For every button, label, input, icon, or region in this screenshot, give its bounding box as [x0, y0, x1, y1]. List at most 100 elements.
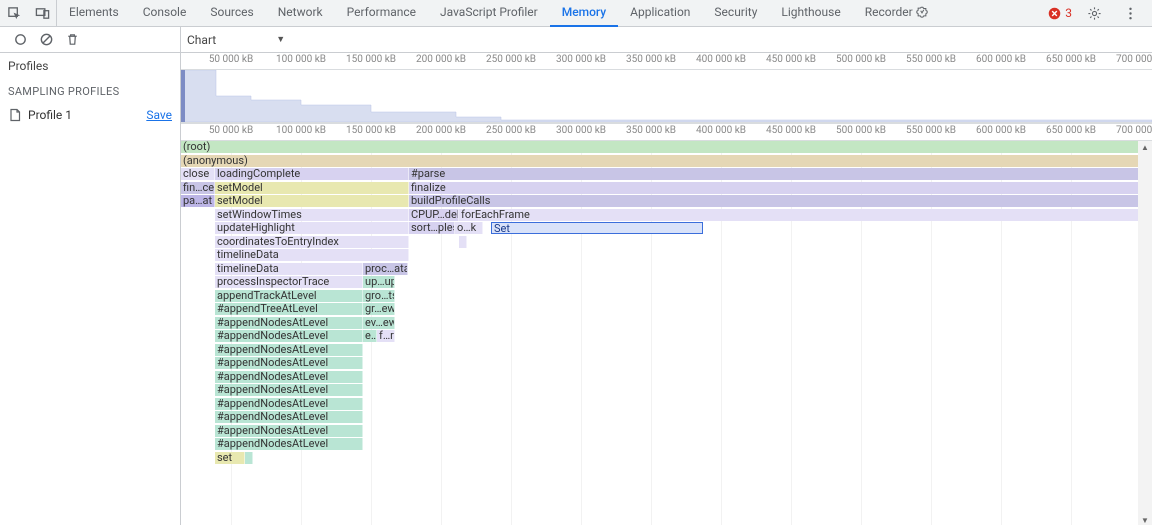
- tab-lighthouse[interactable]: Lighthouse: [769, 0, 852, 25]
- flame-bar[interactable]: close: [181, 168, 215, 180]
- delete-icon[interactable]: [60, 28, 84, 52]
- flame-bar[interactable]: #appendNodesAtLevel: [215, 398, 363, 410]
- ruler-tick: 600 000 kB: [976, 125, 1026, 136]
- ruler-tick: 450 000 kB: [766, 125, 816, 136]
- tab-application[interactable]: Application: [618, 0, 702, 25]
- ruler-tick: 550 000 kB: [906, 54, 956, 65]
- flame-bar[interactable]: [245, 452, 253, 464]
- tab-performance[interactable]: Performance: [335, 0, 428, 25]
- ruler-tick: 300 000 kB: [556, 125, 606, 136]
- ruler-tick: 150 000 kB: [346, 54, 396, 65]
- ruler-tick: 50 000 kB: [209, 54, 253, 65]
- ruler-tick: 600 000 kB: [976, 54, 1026, 65]
- tab-javascript-profiler[interactable]: JavaScript Profiler: [428, 0, 550, 25]
- flame-bar[interactable]: f…r: [377, 330, 395, 342]
- flame-bar[interactable]: ev…ew: [363, 317, 395, 329]
- clear-icon[interactable]: [34, 28, 58, 52]
- flame-bar[interactable]: #appendNodesAtLevel: [215, 330, 363, 342]
- flame-bar[interactable]: timelineData: [215, 263, 363, 275]
- ruler-tick: 200 000 kB: [416, 54, 466, 65]
- flame-bar[interactable]: up…up: [363, 276, 395, 288]
- flame-bar[interactable]: #parse: [409, 168, 1146, 180]
- scroll-up-icon[interactable]: ▲: [1138, 141, 1152, 154]
- tab-network[interactable]: Network: [266, 0, 335, 25]
- flame-bar[interactable]: sort…ples: [409, 222, 455, 234]
- flame-bar[interactable]: o…k: [455, 222, 483, 234]
- view-select[interactable]: Chart ▼: [187, 33, 285, 47]
- flame-bar[interactable]: #appendNodesAtLevel: [215, 384, 363, 396]
- tab-console[interactable]: Console: [131, 0, 199, 25]
- profile-save-link[interactable]: Save: [146, 108, 172, 122]
- tab-elements[interactable]: Elements: [57, 0, 131, 25]
- ruler-tick: 500 000 kB: [836, 54, 886, 65]
- flame-bar[interactable]: timelineData: [215, 249, 409, 261]
- flame-bar[interactable]: fin…ce: [181, 182, 215, 194]
- flame-bar[interactable]: pa…at: [181, 195, 215, 207]
- flame-bar[interactable]: (anonymous): [181, 155, 1146, 167]
- tab-security[interactable]: Security: [702, 0, 769, 25]
- flame-bar[interactable]: [459, 236, 467, 248]
- error-count-value: 3: [1065, 6, 1072, 20]
- ruler-tick: 250 000 kB: [486, 54, 536, 65]
- flame-bar[interactable]: setModel: [215, 182, 409, 194]
- devtools-tabstrip: ElementsConsoleSourcesNetworkPerformance…: [0, 0, 1152, 27]
- flame-bar[interactable]: #appendTreeAtLevel: [215, 303, 363, 315]
- flame-bar[interactable]: gro…ts: [363, 290, 395, 302]
- flame-bar[interactable]: processInspectorTrace: [215, 276, 363, 288]
- scrollbar-vertical[interactable]: ▲ ▼: [1138, 141, 1152, 525]
- tab-sources[interactable]: Sources: [198, 0, 265, 25]
- flame-bar[interactable]: e…: [363, 330, 377, 342]
- flame-bar[interactable]: appendTrackAtLevel: [215, 290, 363, 302]
- flame-bar[interactable]: #appendNodesAtLevel: [215, 438, 363, 450]
- chart-area: 50 000 kB 100 000 kB 150 000 kB 200 000 kB 2…: [181, 53, 1152, 525]
- flame-bar[interactable]: finalize: [409, 182, 1146, 194]
- flame-bar[interactable]: #appendNodesAtLevel: [215, 344, 363, 356]
- sidebar: Profiles SAMPLING PROFILES Profile 1 Sav…: [0, 53, 181, 525]
- flame-chart[interactable]: (root)(anonymous)closeloadingComplete#pa…: [181, 141, 1138, 525]
- gear-icon[interactable]: [1080, 0, 1108, 26]
- ruler-tick: 700 000 kB: [1116, 125, 1152, 136]
- flame-bar[interactable]: coordinatesToEntryIndex: [215, 236, 409, 248]
- ruler-tick: 250 000 kB: [486, 125, 536, 136]
- overview-handle[interactable]: [181, 70, 185, 122]
- device-toggle-icon[interactable]: [28, 0, 56, 26]
- ruler-tick: 150 000 kB: [346, 125, 396, 136]
- flame-bar[interactable]: proc…ata: [363, 263, 408, 275]
- ruler-tick: 550 000 kB: [906, 125, 956, 136]
- ruler-tick: 100 000 kB: [276, 125, 326, 136]
- memory-toolbar: Chart ▼: [0, 27, 1152, 53]
- flame-bar[interactable]: setWindowTimes: [215, 209, 409, 221]
- flame-bar[interactable]: #appendNodesAtLevel: [215, 357, 363, 369]
- ruler-tick: 300 000 kB: [556, 54, 606, 65]
- tab-recorder[interactable]: Recorder: [853, 0, 940, 25]
- flame-bar[interactable]: #appendNodesAtLevel: [215, 411, 363, 423]
- flame-bar[interactable]: Set: [491, 222, 703, 234]
- flame-bar[interactable]: CPUP…del: [409, 209, 459, 221]
- flame-bar[interactable]: #appendNodesAtLevel: [215, 317, 363, 329]
- flame-bar[interactable]: forEachFrame: [459, 209, 1146, 221]
- flame-bar[interactable]: #appendNodesAtLevel: [215, 371, 363, 383]
- scroll-down-icon[interactable]: ▼: [1138, 514, 1152, 525]
- flame-bar[interactable]: set: [215, 452, 245, 464]
- error-count[interactable]: 3: [1048, 6, 1072, 20]
- ruler-tick: 450 000 kB: [766, 54, 816, 65]
- profile-name: Profile 1: [28, 108, 146, 122]
- flame-bar[interactable]: (root): [181, 141, 1146, 153]
- tab-memory[interactable]: Memory: [550, 0, 618, 27]
- sidebar-group: SAMPLING PROFILES: [0, 79, 180, 104]
- flame-bar[interactable]: loadingComplete: [215, 168, 409, 180]
- flame-bar[interactable]: gr…ew: [363, 303, 395, 315]
- view-select-label: Chart: [187, 33, 216, 47]
- record-icon[interactable]: [8, 28, 32, 52]
- flame-bar[interactable]: updateHighlight: [215, 222, 409, 234]
- inspect-icon[interactable]: [0, 0, 28, 26]
- flame-bar[interactable]: #appendNodesAtLevel: [215, 425, 363, 437]
- flame-bar[interactable]: setModel: [215, 195, 409, 207]
- ruler-tick: 650 000 kB: [1046, 54, 1096, 65]
- ruler-tick: 100 000 kB: [276, 54, 326, 65]
- more-icon[interactable]: [1116, 0, 1144, 26]
- flame-bar[interactable]: buildProfileCalls: [409, 195, 1146, 207]
- profile-item[interactable]: Profile 1 Save: [0, 104, 180, 126]
- overview-strip[interactable]: [181, 70, 1152, 123]
- ruler-tick: 650 000 kB: [1046, 125, 1096, 136]
